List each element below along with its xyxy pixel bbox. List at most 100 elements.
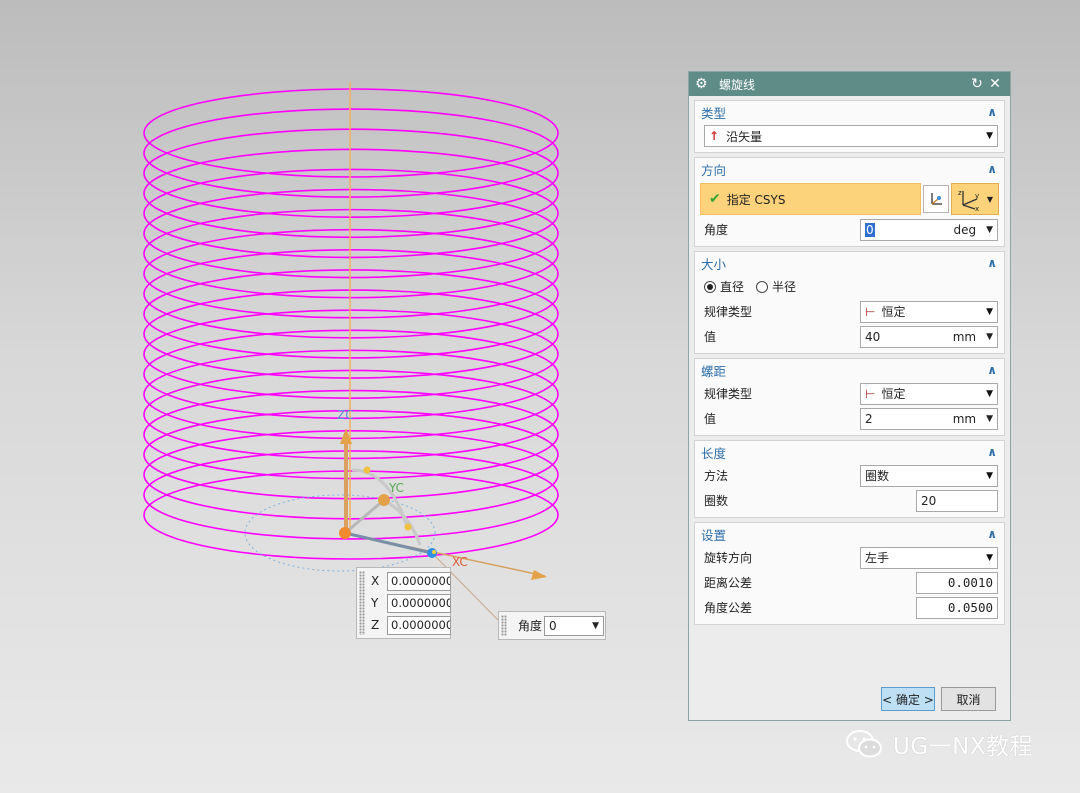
- xc-handle-highlight: [432, 550, 436, 554]
- law-constant-icon: ⊢: [865, 386, 876, 401]
- svg-text:z: z: [958, 189, 962, 197]
- y-coord-row: Y 0.0000000: [371, 593, 451, 613]
- chevron-up-icon[interactable]: ∧: [987, 527, 997, 541]
- size-unit: mm: [952, 329, 977, 344]
- helix-turn[interactable]: [143, 289, 559, 379]
- helix-turn[interactable]: [143, 208, 559, 299]
- ok-button[interactable]: < 确定 >: [881, 687, 935, 711]
- helix-turn[interactable]: [143, 128, 559, 219]
- rotation-handle-2[interactable]: [404, 523, 412, 531]
- helix-turn[interactable]: [143, 329, 559, 420]
- size-section-header[interactable]: 大小 ∧: [695, 252, 1004, 274]
- radio-diameter-label: 直径: [720, 280, 745, 294]
- csys-axes-icon: z y x: [958, 189, 979, 211]
- radio-radius-label: 半径: [772, 280, 797, 294]
- radio-dot: [704, 280, 716, 293]
- helix-turn[interactable]: [143, 450, 559, 540]
- helix-turn[interactable]: [143, 88, 559, 178]
- type-section-header[interactable]: 类型 ∧: [695, 101, 1004, 123]
- helix-turn[interactable]: [143, 389, 559, 480]
- specify-csys-selection[interactable]: ✔ 指定 CSYS: [700, 183, 921, 215]
- turns-input[interactable]: 20: [916, 489, 998, 512]
- direction-section-header[interactable]: 方向 ∧: [695, 158, 1004, 180]
- origin-handle[interactable]: [339, 527, 351, 539]
- drag-grip[interactable]: [501, 615, 507, 636]
- angle-tol-row: 角度公差 0.0500: [695, 595, 1004, 620]
- helix-turn[interactable]: [143, 228, 559, 319]
- chevron-up-icon[interactable]: ∧: [987, 162, 997, 176]
- helix-turn[interactable]: [143, 470, 559, 560]
- chevron-down-icon: ▼: [986, 224, 993, 235]
- size-value-input[interactable]: 40 mm ▼: [860, 325, 998, 348]
- reset-icon[interactable]: ↻: [968, 76, 986, 92]
- helix-curve[interactable]: [143, 88, 559, 560]
- rotation-handle-1[interactable]: [363, 466, 371, 474]
- angle-tol-input[interactable]: 0.0500: [916, 596, 998, 619]
- pitch-law-select[interactable]: ⊢ 恒定 ▼: [860, 382, 998, 405]
- law-type-label: 规律类型: [704, 305, 753, 319]
- csys-dialog-button[interactable]: [923, 185, 949, 213]
- helix-turn[interactable]: [143, 269, 559, 359]
- chevron-up-icon[interactable]: ∧: [987, 363, 997, 377]
- radio-diameter[interactable]: 直径: [704, 278, 744, 295]
- size-law-select[interactable]: ⊢ 恒定 ▼: [860, 300, 998, 323]
- y-coord-input[interactable]: 0.0000000: [387, 593, 451, 613]
- pitch-section-header[interactable]: 螺距 ∧: [695, 359, 1004, 381]
- chevron-up-icon[interactable]: ∧: [987, 105, 997, 119]
- helix-turn[interactable]: [143, 409, 559, 500]
- chevron-down-icon: ▼: [986, 470, 993, 481]
- x-coord-input[interactable]: 0.0000000: [387, 571, 451, 591]
- section-title: 设置: [701, 527, 727, 543]
- length-section-header[interactable]: 长度 ∧: [695, 441, 1004, 463]
- turns-value: 20: [921, 493, 937, 508]
- chevron-down-icon: ▼: [986, 131, 993, 141]
- svg-text:y: y: [975, 192, 979, 200]
- xc-arrowhead[interactable]: [531, 570, 547, 580]
- xc-label: XC: [452, 555, 468, 569]
- csys-dialog-icon: [931, 193, 942, 205]
- pitch-unit: mm: [952, 411, 977, 426]
- angle-label: 角度: [704, 223, 729, 237]
- rotation-select[interactable]: 左手 ▼: [860, 546, 998, 569]
- settings-section: 设置 ∧ 旋转方向 左手 ▼ 距离公差 0.0010 角度公差 0.0500: [694, 522, 1005, 625]
- yc-axis: [344, 498, 385, 535]
- helix-turn[interactable]: [143, 249, 559, 339]
- z-coord-input[interactable]: 0.0000000: [387, 615, 451, 635]
- specify-csys-row: ✔ 指定 CSYS z y x ▼: [700, 183, 999, 215]
- helix-turn[interactable]: [143, 349, 559, 440]
- pitch-value-input[interactable]: 2 mm ▼: [860, 407, 998, 430]
- dialog-button-bar: < 确定 > 取消: [689, 687, 1010, 711]
- chevron-down-icon: ▼: [986, 331, 993, 342]
- section-title: 长度: [701, 445, 727, 461]
- helix-turn[interactable]: [143, 188, 559, 279]
- dialog-titlebar[interactable]: ⚙ 螺旋线 ↻ ✕: [689, 72, 1010, 96]
- angle-select[interactable]: 0 ▼: [544, 615, 604, 636]
- settings-section-header[interactable]: 设置 ∧: [695, 523, 1004, 545]
- law-value: 恒定: [881, 305, 906, 319]
- type-select[interactable]: ↑ 沿矢量 ▼: [704, 125, 998, 147]
- cancel-button[interactable]: 取消: [941, 687, 996, 711]
- rotation-row: 旋转方向 左手 ▼: [695, 545, 1004, 570]
- dist-tol-input[interactable]: 0.0010: [916, 571, 998, 594]
- csys-type-dropdown[interactable]: z y x ▼: [951, 183, 999, 215]
- radio-dot: [756, 280, 769, 293]
- chevron-up-icon[interactable]: ∧: [987, 445, 997, 459]
- dist-tol-label: 距离公差: [704, 576, 753, 590]
- type-section: 类型 ∧ ↑ 沿矢量 ▼: [694, 100, 1005, 153]
- angle-input[interactable]: 0 deg ▼: [860, 218, 998, 241]
- drag-grip[interactable]: [359, 571, 365, 635]
- radio-radius[interactable]: 半径: [756, 278, 796, 295]
- x-label: X: [371, 574, 380, 588]
- helix-turn[interactable]: [143, 108, 559, 198]
- pitch-value: 2: [865, 411, 873, 426]
- close-icon[interactable]: ✕: [986, 76, 1004, 92]
- helix-turn[interactable]: [143, 168, 559, 259]
- chevron-up-icon[interactable]: ∧: [987, 256, 997, 270]
- method-select[interactable]: 圈数 ▼: [860, 464, 998, 487]
- gear-icon[interactable]: ⚙: [695, 76, 711, 92]
- helix-turn[interactable]: [143, 309, 559, 399]
- yc-handle[interactable]: [378, 494, 390, 506]
- angle-input-panel: 角度 0 ▼: [498, 611, 606, 640]
- helix-turn[interactable]: [143, 148, 559, 239]
- y-label: Y: [371, 596, 379, 610]
